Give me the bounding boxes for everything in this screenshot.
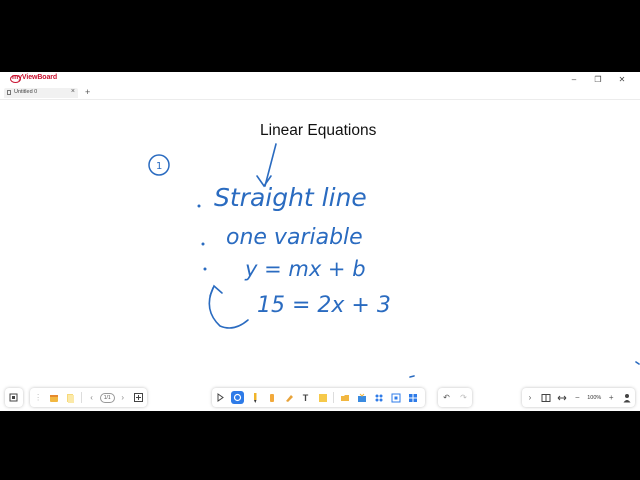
arrow-stroke [264,143,277,187]
restore-button[interactable]: ❐ [586,74,610,85]
close-button[interactable]: ✕ [610,74,634,85]
window-controls: – ❐ ✕ [562,74,634,85]
curved-arrow-head-stroke [209,284,223,297]
whiteboard-canvas[interactable]: Linear Equations 1 Straight line one var… [0,100,640,411]
number-one-text: 1 [156,161,162,172]
fit-screen-icon[interactable] [7,391,20,404]
tab-untitled-0[interactable]: Untitled 0 × [4,88,78,98]
collapse-chevron-icon[interactable]: › [524,391,536,404]
handwriting-line-4: 15 = 2x + 3 [257,293,391,318]
redo-icon[interactable]: ↷ [457,391,470,404]
handwriting-line-3: y = mx + b [244,257,366,281]
backpack-icon[interactable] [48,391,60,404]
minimize-button[interactable]: – [562,74,586,85]
tab-close-icon[interactable]: × [71,88,75,95]
drag-handle-icon[interactable]: ⋮ [32,391,44,404]
zoom-level[interactable]: 100% [587,395,601,401]
sticky-note-icon[interactable] [316,391,329,404]
page-indicator[interactable]: 1/1 [99,392,115,403]
toolbar-separator [80,392,82,403]
text-icon[interactable]: T [299,391,312,404]
main-toolbar: T [212,388,425,407]
title-bar: myViewBoard – ❐ ✕ [0,72,640,87]
screen-capture-icon[interactable] [389,391,402,404]
history-toolbar: ↶ ↷ [438,388,472,407]
pen-icon[interactable] [248,391,261,404]
bullet-dot-1 [197,204,201,208]
fit-toolbar [5,388,23,407]
add-page-icon[interactable] [133,391,145,404]
shapes-icon[interactable] [372,391,385,404]
presenter-icon[interactable] [621,391,633,404]
handwriting-line-2: one variable [226,225,363,250]
magic-box-icon[interactable] [355,391,368,404]
fit-width-icon[interactable] [556,391,568,404]
ink-edge-stroke [635,361,640,365]
undo-icon[interactable]: ↶ [440,391,453,404]
ink-dot-stroke [409,375,415,378]
highlighter-icon[interactable] [282,391,295,404]
tab-bar: Untitled 0 × + [0,87,640,100]
select-pointer-icon[interactable] [214,391,227,404]
app-name: myViewBoard [12,74,58,81]
zoom-out-icon[interactable]: − [571,391,583,404]
folder-icon[interactable] [338,391,351,404]
document-icon [7,90,11,95]
bullet-dot-2 [201,242,205,246]
previous-page-icon[interactable]: ‹ [86,391,98,404]
page-toolbar: ⋮ ‹ 1/1 › [30,388,147,407]
pages-icon[interactable] [64,391,76,404]
bullet-dot-3 [203,267,207,271]
handwriting-ink: 1 Straight line one variable y = mx + b … [148,143,640,378]
handwriting-line-1: Straight line [214,183,367,212]
app-window: myViewBoard – ❐ ✕ Untitled 0 × + Linear … [0,72,640,411]
zoom-in-icon[interactable]: + [605,391,617,404]
apps-grid-icon[interactable] [406,391,419,404]
add-tab-button[interactable]: + [85,87,90,97]
dual-view-icon[interactable] [540,391,552,404]
lasso-select-icon[interactable] [231,391,244,404]
marker-icon[interactable] [265,391,278,404]
curved-arrow-stroke [208,287,249,329]
tab-label: Untitled 0 [14,89,38,95]
view-toolbar: › − 100% + [522,388,635,407]
toolbar-separator [333,392,334,403]
next-page-icon[interactable]: › [117,391,129,404]
